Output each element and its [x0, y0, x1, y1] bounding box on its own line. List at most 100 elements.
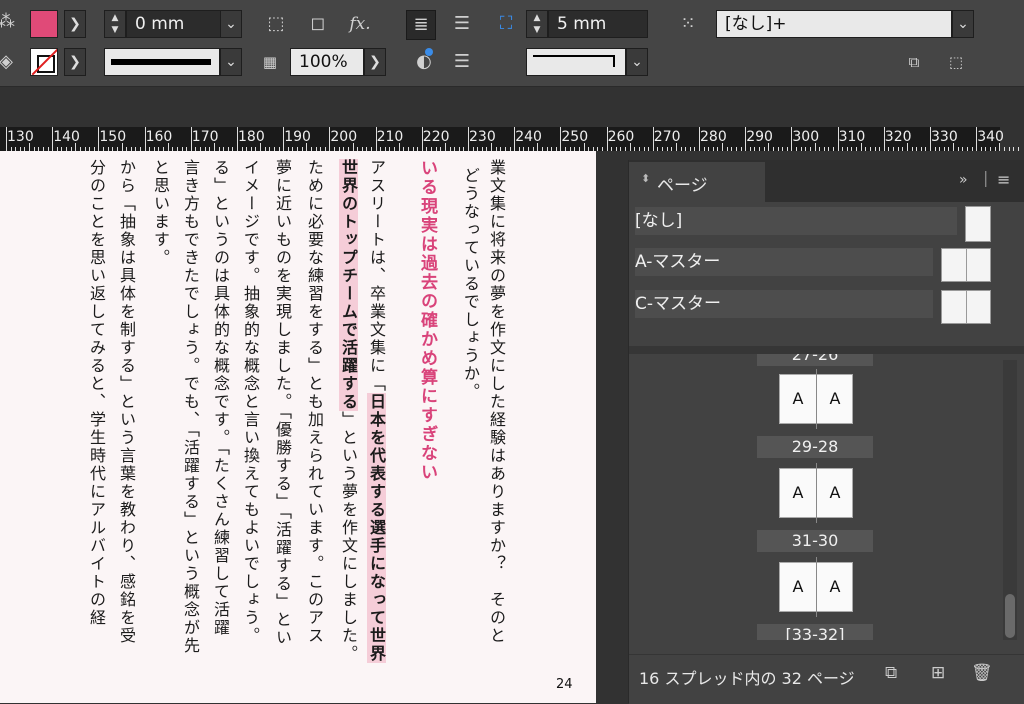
master-a-thumbnail[interactable] [941, 248, 991, 282]
object-style-select[interactable]: [なし]+ [716, 10, 952, 38]
panel-collapse-icon[interactable]: ⬍ [641, 172, 650, 185]
ruler-tick [75, 143, 77, 151]
master-a[interactable]: A-マスター [635, 248, 933, 276]
text-wrap-icon[interactable]: ◐ [410, 48, 438, 76]
spread-thumbnail[interactable]: A A [779, 557, 853, 617]
ruler-tick [583, 143, 585, 151]
new-page-icon[interactable]: ⊞ [931, 663, 945, 683]
ruler-tick [726, 147, 728, 151]
ruler-tick [662, 147, 664, 151]
master-label: A-マスター [635, 252, 721, 272]
ruler-tick [888, 147, 890, 151]
ruler-tick [643, 147, 645, 151]
stroke-type-select[interactable] [104, 48, 220, 76]
ruler-tick [980, 147, 982, 151]
pages-list[interactable]: 27-26 A A 29-28 A A 31-30 A A [33-32] [629, 354, 1024, 640]
master-c[interactable]: C-マスター [635, 290, 933, 318]
ruler-tick [699, 127, 700, 151]
ruler-tick [786, 147, 788, 151]
spacing-input[interactable]: 5 mm [548, 10, 648, 38]
master-c-thumbnail[interactable] [941, 290, 991, 324]
ruler-tick [930, 127, 931, 151]
frame-settings-icon[interactable]: ⬚ [942, 48, 970, 76]
ruler-tick [772, 147, 774, 151]
ruler-tick [606, 127, 608, 151]
ruler-tick [1017, 147, 1019, 151]
stroke-weight-stepper[interactable]: ▲ ▼ [104, 10, 126, 38]
pages-scrollbar[interactable] [1003, 360, 1017, 640]
edit-page-size-icon[interactable]: ⧉ [885, 663, 897, 683]
ruler-tick [976, 127, 978, 151]
transform-icon[interactable]: ◈ [0, 48, 20, 76]
text-column-12: 分のことを思い返してみると、学生時代にアルバイトの経 [87, 159, 106, 627]
panel-expand-icon[interactable]: » [959, 172, 968, 188]
master-label: C-マスター [635, 294, 722, 314]
fill-color-swatch[interactable] [30, 10, 58, 38]
opacity-icon: ▦ [262, 53, 278, 71]
auto-fit-icon[interactable]: ⛶ [492, 10, 520, 38]
clear-overrides-icon[interactable]: ⧉ [900, 48, 928, 76]
align-center-icon[interactable]: ☰ [448, 48, 476, 76]
document-page[interactable]: 業文集に将来の夢を作文にした経験はありますか？ そのと どうなっているでしょうか… [0, 151, 596, 703]
ruler-tick [791, 127, 793, 151]
align-text-icon[interactable]: ≣ [406, 10, 436, 40]
spread-thumbnail[interactable]: A A [779, 369, 853, 429]
master-none[interactable]: [なし] [635, 207, 957, 235]
ruler-tick [666, 147, 668, 151]
ruler-tick [934, 147, 936, 151]
text-column-7: イメージです。抽象的な概念と言い換えてもよいでしょう。 [241, 159, 260, 645]
stroke-weight-dropdown[interactable]: ⌄ [220, 10, 242, 38]
trash-icon[interactable]: 🗑 [971, 663, 993, 683]
ruler-tick [920, 147, 922, 151]
corner-shape-select[interactable] [526, 48, 626, 76]
panel-splitter[interactable] [629, 346, 1024, 354]
panel-menu-icon[interactable]: ≡ [997, 170, 1010, 189]
ruler-tick [754, 147, 756, 151]
ruler-tick [809, 147, 811, 151]
ruler-tick [703, 147, 705, 151]
frame-fitting-icon[interactable]: ⬚ [262, 10, 290, 38]
ruler-tick [832, 147, 834, 151]
page-master-label: A [792, 389, 804, 408]
ruler-tick [966, 147, 968, 151]
ruler-tick [731, 147, 733, 151]
page-master-label: A [792, 577, 804, 596]
drop-shadow-icon[interactable]: ◻ [304, 10, 332, 38]
ruler-tick [671, 147, 673, 151]
corner-shape-dropdown[interactable]: ⌄ [626, 48, 648, 76]
ruler-tick [625, 147, 627, 151]
justify-text-icon[interactable]: ☰ [448, 10, 476, 38]
horizontal-ruler[interactable]: 130 140 150 160 170 180 190 200 210 220 230 240 250 2… [0, 127, 1019, 151]
ruler-tick [444, 143, 446, 151]
spread-thumbnail[interactable]: A A [779, 463, 853, 523]
opacity-dropdown[interactable]: ❯ [364, 48, 386, 76]
ruler-tick [948, 147, 950, 151]
scrollbar-thumb[interactable] [1005, 594, 1015, 638]
ruler-tick [883, 127, 885, 151]
reference-point-icon[interactable]: ⁂ [0, 8, 20, 36]
ruler-tick [694, 147, 696, 151]
stroke-dropdown-button[interactable]: ❯ [64, 48, 86, 76]
stroke-weight-input[interactable]: 0 mm [126, 10, 222, 38]
ruler-tick [29, 143, 31, 151]
stroke-color-swatch[interactable] [30, 48, 58, 76]
ruler-tick [962, 147, 964, 151]
ruler-tick [1013, 147, 1015, 151]
fill-dropdown-button[interactable]: ❯ [64, 10, 86, 38]
ruler-tick [823, 147, 825, 151]
spread-label: 31-30 [757, 530, 873, 552]
tab-pages[interactable]: ⬍ ページ [629, 162, 765, 202]
object-style-icon[interactable]: ⁙ [674, 10, 702, 38]
effects-fx-icon[interactable]: fx. [346, 10, 374, 38]
page-number: 24 [556, 677, 573, 692]
ruler-tick [689, 147, 691, 151]
spacing-stepper[interactable]: ▲ ▼ [526, 10, 548, 38]
ruler-tick [851, 147, 853, 151]
ruler-tick [237, 127, 238, 151]
stroke-type-dropdown[interactable]: ⌄ [220, 48, 242, 76]
object-style-dropdown[interactable]: ⌄ [952, 10, 974, 38]
master-none-thumbnail[interactable] [965, 206, 991, 242]
opacity-input[interactable]: 100% [290, 48, 364, 76]
spread-spine [816, 557, 817, 617]
ruler-tick [712, 147, 714, 151]
